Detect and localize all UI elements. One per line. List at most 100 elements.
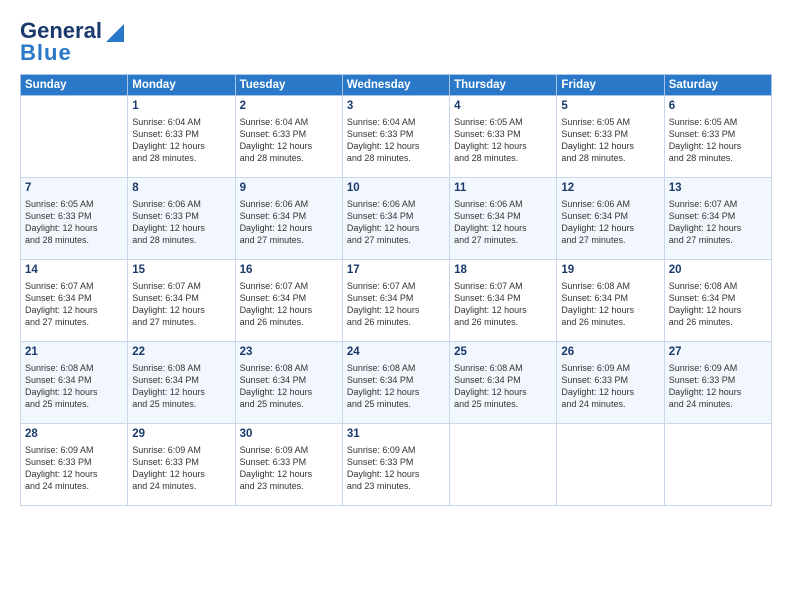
day-number: 29 <box>132 427 230 443</box>
calendar-cell: 30Sunrise: 6:09 AM Sunset: 6:33 PM Dayli… <box>235 424 342 506</box>
day-number: 5 <box>561 99 659 115</box>
day-number: 22 <box>132 345 230 361</box>
col-header-friday: Friday <box>557 75 664 96</box>
col-header-monday: Monday <box>128 75 235 96</box>
calendar-cell: 20Sunrise: 6:08 AM Sunset: 6:34 PM Dayli… <box>664 260 771 342</box>
day-number: 25 <box>454 345 552 361</box>
day-info: Sunrise: 6:09 AM Sunset: 6:33 PM Dayligh… <box>132 444 230 493</box>
day-number: 4 <box>454 99 552 115</box>
col-header-thursday: Thursday <box>450 75 557 96</box>
calendar-table: SundayMondayTuesdayWednesdayThursdayFrid… <box>20 74 772 506</box>
calendar-cell: 23Sunrise: 6:08 AM Sunset: 6:34 PM Dayli… <box>235 342 342 424</box>
calendar-cell: 27Sunrise: 6:09 AM Sunset: 6:33 PM Dayli… <box>664 342 771 424</box>
col-header-wednesday: Wednesday <box>342 75 449 96</box>
day-info: Sunrise: 6:05 AM Sunset: 6:33 PM Dayligh… <box>25 198 123 247</box>
day-number: 24 <box>347 345 445 361</box>
calendar-cell: 14Sunrise: 6:07 AM Sunset: 6:34 PM Dayli… <box>21 260 128 342</box>
day-info: Sunrise: 6:07 AM Sunset: 6:34 PM Dayligh… <box>25 280 123 329</box>
calendar-cell: 1Sunrise: 6:04 AM Sunset: 6:33 PM Daylig… <box>128 96 235 178</box>
calendar-cell: 4Sunrise: 6:05 AM Sunset: 6:33 PM Daylig… <box>450 96 557 178</box>
day-number: 31 <box>347 427 445 443</box>
day-info: Sunrise: 6:09 AM Sunset: 6:33 PM Dayligh… <box>669 362 767 411</box>
col-header-saturday: Saturday <box>664 75 771 96</box>
calendar-cell: 25Sunrise: 6:08 AM Sunset: 6:34 PM Dayli… <box>450 342 557 424</box>
day-info: Sunrise: 6:07 AM Sunset: 6:34 PM Dayligh… <box>347 280 445 329</box>
day-info: Sunrise: 6:08 AM Sunset: 6:34 PM Dayligh… <box>454 362 552 411</box>
calendar-cell: 8Sunrise: 6:06 AM Sunset: 6:33 PM Daylig… <box>128 178 235 260</box>
day-info: Sunrise: 6:04 AM Sunset: 6:33 PM Dayligh… <box>347 116 445 165</box>
day-info: Sunrise: 6:09 AM Sunset: 6:33 PM Dayligh… <box>240 444 338 493</box>
day-number: 7 <box>25 181 123 197</box>
calendar-cell <box>450 424 557 506</box>
day-info: Sunrise: 6:08 AM Sunset: 6:34 PM Dayligh… <box>669 280 767 329</box>
day-info: Sunrise: 6:07 AM Sunset: 6:34 PM Dayligh… <box>240 280 338 329</box>
col-header-tuesday: Tuesday <box>235 75 342 96</box>
day-number: 18 <box>454 263 552 279</box>
day-info: Sunrise: 6:07 AM Sunset: 6:34 PM Dayligh… <box>669 198 767 247</box>
day-number: 1 <box>132 99 230 115</box>
day-number: 3 <box>347 99 445 115</box>
day-info: Sunrise: 6:05 AM Sunset: 6:33 PM Dayligh… <box>561 116 659 165</box>
day-info: Sunrise: 6:08 AM Sunset: 6:34 PM Dayligh… <box>561 280 659 329</box>
calendar-cell: 17Sunrise: 6:07 AM Sunset: 6:34 PM Dayli… <box>342 260 449 342</box>
calendar-cell: 16Sunrise: 6:07 AM Sunset: 6:34 PM Dayli… <box>235 260 342 342</box>
day-number: 12 <box>561 181 659 197</box>
calendar-cell <box>21 96 128 178</box>
calendar-cell: 29Sunrise: 6:09 AM Sunset: 6:33 PM Dayli… <box>128 424 235 506</box>
day-number: 28 <box>25 427 123 443</box>
calendar-cell <box>557 424 664 506</box>
calendar-cell: 18Sunrise: 6:07 AM Sunset: 6:34 PM Dayli… <box>450 260 557 342</box>
calendar-cell: 12Sunrise: 6:06 AM Sunset: 6:34 PM Dayli… <box>557 178 664 260</box>
calendar-cell: 6Sunrise: 6:05 AM Sunset: 6:33 PM Daylig… <box>664 96 771 178</box>
calendar-cell: 28Sunrise: 6:09 AM Sunset: 6:33 PM Dayli… <box>21 424 128 506</box>
day-number: 11 <box>454 181 552 197</box>
day-info: Sunrise: 6:06 AM Sunset: 6:34 PM Dayligh… <box>454 198 552 247</box>
calendar-cell: 31Sunrise: 6:09 AM Sunset: 6:33 PM Dayli… <box>342 424 449 506</box>
calendar-cell: 13Sunrise: 6:07 AM Sunset: 6:34 PM Dayli… <box>664 178 771 260</box>
day-info: Sunrise: 6:06 AM Sunset: 6:34 PM Dayligh… <box>347 198 445 247</box>
day-info: Sunrise: 6:07 AM Sunset: 6:34 PM Dayligh… <box>454 280 552 329</box>
day-number: 2 <box>240 99 338 115</box>
day-info: Sunrise: 6:06 AM Sunset: 6:34 PM Dayligh… <box>240 198 338 247</box>
calendar-cell: 9Sunrise: 6:06 AM Sunset: 6:34 PM Daylig… <box>235 178 342 260</box>
calendar-cell: 15Sunrise: 6:07 AM Sunset: 6:34 PM Dayli… <box>128 260 235 342</box>
day-number: 21 <box>25 345 123 361</box>
day-info: Sunrise: 6:05 AM Sunset: 6:33 PM Dayligh… <box>454 116 552 165</box>
day-number: 26 <box>561 345 659 361</box>
calendar-cell: 3Sunrise: 6:04 AM Sunset: 6:33 PM Daylig… <box>342 96 449 178</box>
header: General Blue <box>20 18 772 66</box>
day-info: Sunrise: 6:07 AM Sunset: 6:34 PM Dayligh… <box>132 280 230 329</box>
day-info: Sunrise: 6:04 AM Sunset: 6:33 PM Dayligh… <box>240 116 338 165</box>
day-number: 17 <box>347 263 445 279</box>
calendar-cell: 21Sunrise: 6:08 AM Sunset: 6:34 PM Dayli… <box>21 342 128 424</box>
col-header-sunday: Sunday <box>21 75 128 96</box>
day-number: 13 <box>669 181 767 197</box>
day-info: Sunrise: 6:09 AM Sunset: 6:33 PM Dayligh… <box>25 444 123 493</box>
day-number: 14 <box>25 263 123 279</box>
calendar-cell: 5Sunrise: 6:05 AM Sunset: 6:33 PM Daylig… <box>557 96 664 178</box>
day-number: 15 <box>132 263 230 279</box>
day-info: Sunrise: 6:09 AM Sunset: 6:33 PM Dayligh… <box>347 444 445 493</box>
calendar-cell: 11Sunrise: 6:06 AM Sunset: 6:34 PM Dayli… <box>450 178 557 260</box>
calendar-cell: 7Sunrise: 6:05 AM Sunset: 6:33 PM Daylig… <box>21 178 128 260</box>
day-number: 8 <box>132 181 230 197</box>
day-info: Sunrise: 6:05 AM Sunset: 6:33 PM Dayligh… <box>669 116 767 165</box>
day-number: 27 <box>669 345 767 361</box>
day-number: 10 <box>347 181 445 197</box>
day-number: 6 <box>669 99 767 115</box>
logo-triangle-icon <box>106 20 124 42</box>
day-number: 30 <box>240 427 338 443</box>
day-info: Sunrise: 6:04 AM Sunset: 6:33 PM Dayligh… <box>132 116 230 165</box>
day-number: 23 <box>240 345 338 361</box>
day-info: Sunrise: 6:08 AM Sunset: 6:34 PM Dayligh… <box>132 362 230 411</box>
calendar-cell: 10Sunrise: 6:06 AM Sunset: 6:34 PM Dayli… <box>342 178 449 260</box>
calendar-cell <box>664 424 771 506</box>
calendar-cell: 22Sunrise: 6:08 AM Sunset: 6:34 PM Dayli… <box>128 342 235 424</box>
logo: General Blue <box>20 18 124 66</box>
calendar-cell: 24Sunrise: 6:08 AM Sunset: 6:34 PM Dayli… <box>342 342 449 424</box>
day-info: Sunrise: 6:08 AM Sunset: 6:34 PM Dayligh… <box>25 362 123 411</box>
day-info: Sunrise: 6:09 AM Sunset: 6:33 PM Dayligh… <box>561 362 659 411</box>
day-info: Sunrise: 6:06 AM Sunset: 6:34 PM Dayligh… <box>561 198 659 247</box>
day-number: 20 <box>669 263 767 279</box>
page: General Blue SundayMondayTuesdayWednesda… <box>0 0 792 612</box>
